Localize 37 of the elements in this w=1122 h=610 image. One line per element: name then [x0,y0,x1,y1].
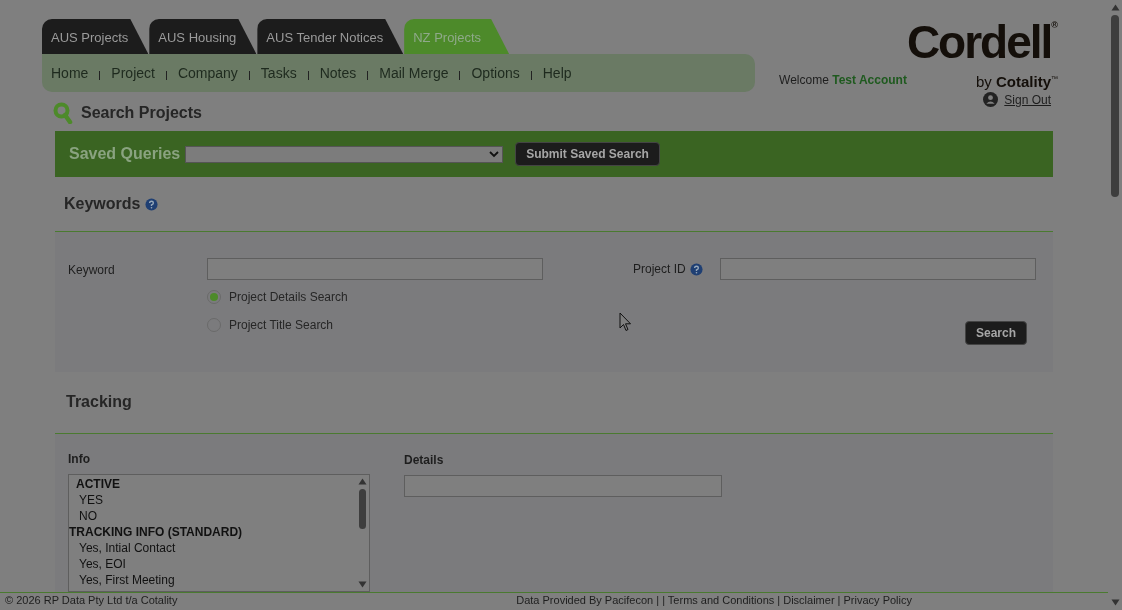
details-label: Details [404,453,445,469]
nav-link[interactable]: Company [177,65,238,81]
list-option[interactable]: Yes, Intial Contact [69,540,356,556]
list-option[interactable]: YES [69,492,356,508]
logo: Cordell$^{®}$ [906,15,1058,67]
logo-byline: by Cotality$^{™}$ [975,72,1058,91]
saved-queries-label: Saved Queries [69,145,181,163]
welcome-text: Welcome Test Account [779,73,907,88]
project-id-label: Project ID [633,262,686,276]
tab[interactable]: AUS Projects [42,19,149,54]
list-option[interactable]: ACTIVE [69,476,356,492]
list-option[interactable]: NO [69,508,356,524]
page-title: Search Projects [81,104,202,122]
radio-label: Project Details Search [229,290,348,304]
nav-link[interactable]: Help [542,65,572,81]
tab[interactable]: AUS Housing [149,19,257,54]
list-option[interactable]: Yes, EOI [69,556,356,572]
info-label: Info [68,452,91,468]
nav-link[interactable]: Home [51,65,89,81]
list-option[interactable]: TRACKING INFO (STANDARD) [69,524,356,540]
search-button[interactable]: Search [964,321,1027,345]
nav-link[interactable]: Project [111,65,155,81]
info-listbox[interactable]: ACTIVE YES NO TRACKING INFO (STANDARD) Yes, Intial Contact Yes, EOI Yes, First Meeting [68,474,370,592]
nav-link[interactable]: Notes [319,65,357,81]
footer-links: Data Provided By Pacifecon | | Terms and Conditions | Disclaimer | Privacy Policy [516,594,912,606]
submit-saved-search-button[interactable]: Submit Saved Search [515,142,660,166]
sign-out-link[interactable]: Sign Out [1004,92,1051,107]
list-option[interactable]: Yes, First Meeting [69,572,356,588]
section-title: Tracking [66,393,132,411]
nav-link[interactable]: Mail Merge [379,65,449,81]
nav-link[interactable]: Options [471,65,520,81]
radio-label: Project Title Search [229,318,334,332]
tab[interactable]: AUS Tender Notices [257,19,404,54]
section-title: Keywords [64,195,141,213]
nav-link[interactable]: Tasks [260,65,297,81]
keyword-label: Keyword [68,263,116,279]
copyright-text: © 2026 RP Data Pty Ltd t/a Cotality [4,594,178,606]
